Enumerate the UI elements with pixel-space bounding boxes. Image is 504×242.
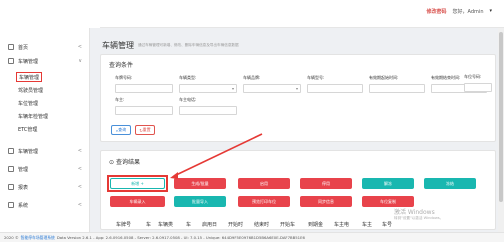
sidebar-subitem-etc[interactable]: ETC管理 <box>18 125 37 134</box>
column-header[interactable]: 车辆类 <box>158 221 173 228</box>
chevron-left-icon: < <box>77 202 82 208</box>
column-header[interactable]: 开始时 <box>228 221 243 228</box>
vehicle-model-label: 车辆型号: <box>307 75 325 80</box>
top-bar: 修改密码 您好，Admin ▾ <box>0 0 504 28</box>
logo-area <box>0 0 100 28</box>
column-header[interactable]: 车号 <box>382 221 392 228</box>
page-title: 车辆管理 <box>102 41 134 50</box>
owner-label: 车主: <box>115 97 125 102</box>
vehicle-entry-button[interactable]: 车辆录入 <box>110 196 165 207</box>
plate-number-label: 车牌号码: <box>115 75 133 80</box>
sidebar-item-label: 系统 <box>18 202 29 209</box>
generate-button[interactable]: 生成/批量 <box>174 178 226 189</box>
parking-number-input[interactable] <box>464 83 492 92</box>
sidebar-item-label: 首页 <box>18 44 29 51</box>
sidebar-item-label: 车辆管理 <box>18 58 39 65</box>
activation-watermark: 激活 Windows 转到"设置"以激活 Windows。 <box>394 209 444 220</box>
sidebar-subitem-parking[interactable]: 车位管理 <box>18 99 38 108</box>
results-panel-title: ⊙ 查询结果 <box>109 159 140 166</box>
chevron-left-icon: < <box>77 148 82 154</box>
valid-start-label: 有效期起始时间: <box>369 75 399 80</box>
sidebar-subitem-drivers[interactable]: 驾驶员管理 <box>18 86 43 95</box>
reset-button[interactable]: ↻ 重置 <box>135 125 155 135</box>
sidebar-subitem-inspection[interactable]: 车辆年检管理 <box>18 112 48 121</box>
vehicle-type-select[interactable]: ▾ <box>179 84 237 93</box>
enable-button[interactable]: 启用 <box>238 178 290 189</box>
column-header[interactable]: 车主 <box>362 221 372 228</box>
column-header[interactable]: 到期金 <box>308 221 323 228</box>
column-header[interactable]: 车 <box>186 221 191 228</box>
owner-input[interactable] <box>115 106 173 115</box>
print-preview-button[interactable]: 预览打印车位 <box>238 196 290 207</box>
disable-button[interactable]: 停用 <box>300 178 352 189</box>
sidebar-item-label: 车辆管理 <box>18 148 39 155</box>
list-icon <box>8 166 14 172</box>
sidebar-item-system[interactable]: 系统 < <box>8 200 88 210</box>
footer: 2020 © 智能停车场管理系统 Data Version 2.6.1 - Ap… <box>0 232 504 242</box>
sidebar-item-label: 报表 <box>18 184 29 191</box>
chevron-down-icon: ∨ <box>78 58 82 64</box>
query-panel: 查询条件 车牌号码: 车辆类型: ▾ 车辆品牌: ▾ 车辆型号: 有效期起始时间… <box>100 54 496 142</box>
sidebar-subitem-vehicles[interactable]: 车辆管理 <box>16 72 43 82</box>
home-icon <box>8 44 14 50</box>
chevron-down-icon: ▾ <box>231 86 234 91</box>
query-panel-title: 查询条件 <box>109 62 134 69</box>
sync-button[interactable]: 同步信息 <box>300 196 352 207</box>
highlight-box <box>107 175 168 192</box>
user-dropdown-icon[interactable]: ▾ <box>489 8 492 15</box>
parking-number-label: 车位号码: <box>464 74 482 79</box>
sidebar-item-home[interactable]: 首页 < <box>8 42 88 52</box>
owner-phone-label: 车主电话: <box>179 97 197 102</box>
column-header[interactable]: 开始车 <box>280 221 295 228</box>
batch-import-button[interactable]: 批量导入 <box>174 196 226 207</box>
version-info: Data Version 2.6.1 - App: 2.6.0916.0508 … <box>56 235 305 240</box>
valid-end-label: 有效期结束时间: <box>431 75 461 80</box>
vehicle-model-input[interactable] <box>307 84 363 93</box>
scrollbar-thumb[interactable] <box>499 32 503 202</box>
copy-button[interactable]: 车位复制 <box>362 196 414 207</box>
gear-icon <box>8 202 14 208</box>
column-header[interactable]: 启用日 <box>202 221 217 228</box>
column-header[interactable]: 车主电 <box>334 221 349 228</box>
chevron-left-icon: < <box>77 44 82 50</box>
sidebar-item-reports[interactable]: 报表 < <box>8 182 88 192</box>
sidebar-item-management[interactable]: 管理 < <box>8 164 88 174</box>
column-header[interactable]: 结束时 <box>254 221 269 228</box>
column-header[interactable]: 车牌号 <box>116 221 131 228</box>
sidebar: 首页 < 车辆管理 ∨ 车辆管理 驾驶员管理 车位管理 车辆年检管理 ETC管理… <box>0 28 90 242</box>
valid-start-input[interactable] <box>369 84 425 93</box>
chevron-left-icon: < <box>77 184 82 190</box>
chevron-down-icon: ▾ <box>295 86 298 91</box>
footer-link[interactable]: 智能停车场管理系统 <box>21 235 55 241</box>
scrollbar[interactable] <box>498 28 504 232</box>
car-icon <box>8 148 14 154</box>
info-icon: ⊙ <box>109 159 116 166</box>
unfreeze-button[interactable]: 解冻 <box>362 178 414 189</box>
vehicle-type-label: 车辆类型: <box>179 75 197 80</box>
chevron-left-icon: < <box>77 166 82 172</box>
page-description: 通过车辆管理可新增、修改、删除车辆信息及导出车辆信息数据 <box>138 43 239 47</box>
change-password-link[interactable]: 修改密码 <box>427 8 447 15</box>
owner-phone-input[interactable] <box>179 106 237 115</box>
freeze-button[interactable]: 冻结 <box>424 178 476 189</box>
car-icon <box>8 58 14 64</box>
sidebar-item-vehicle-mgmt[interactable]: 车辆管理 ∨ <box>8 56 88 66</box>
plate-number-input[interactable] <box>115 84 173 93</box>
sidebar-item-vehicle-mgmt-2[interactable]: 车辆管理 < <box>8 146 88 156</box>
vehicle-brand-label: 车辆品牌: <box>243 75 261 80</box>
column-header[interactable]: 车 <box>146 221 151 228</box>
sidebar-item-label: 管理 <box>18 166 29 173</box>
report-icon <box>8 184 14 190</box>
welcome-text[interactable]: 您好，Admin <box>453 8 484 15</box>
header-right: 修改密码 您好，Admin ▾ <box>427 8 492 15</box>
vehicle-brand-select[interactable]: ▾ <box>243 84 301 93</box>
search-button[interactable]: ⌕ 查询 <box>111 125 131 135</box>
